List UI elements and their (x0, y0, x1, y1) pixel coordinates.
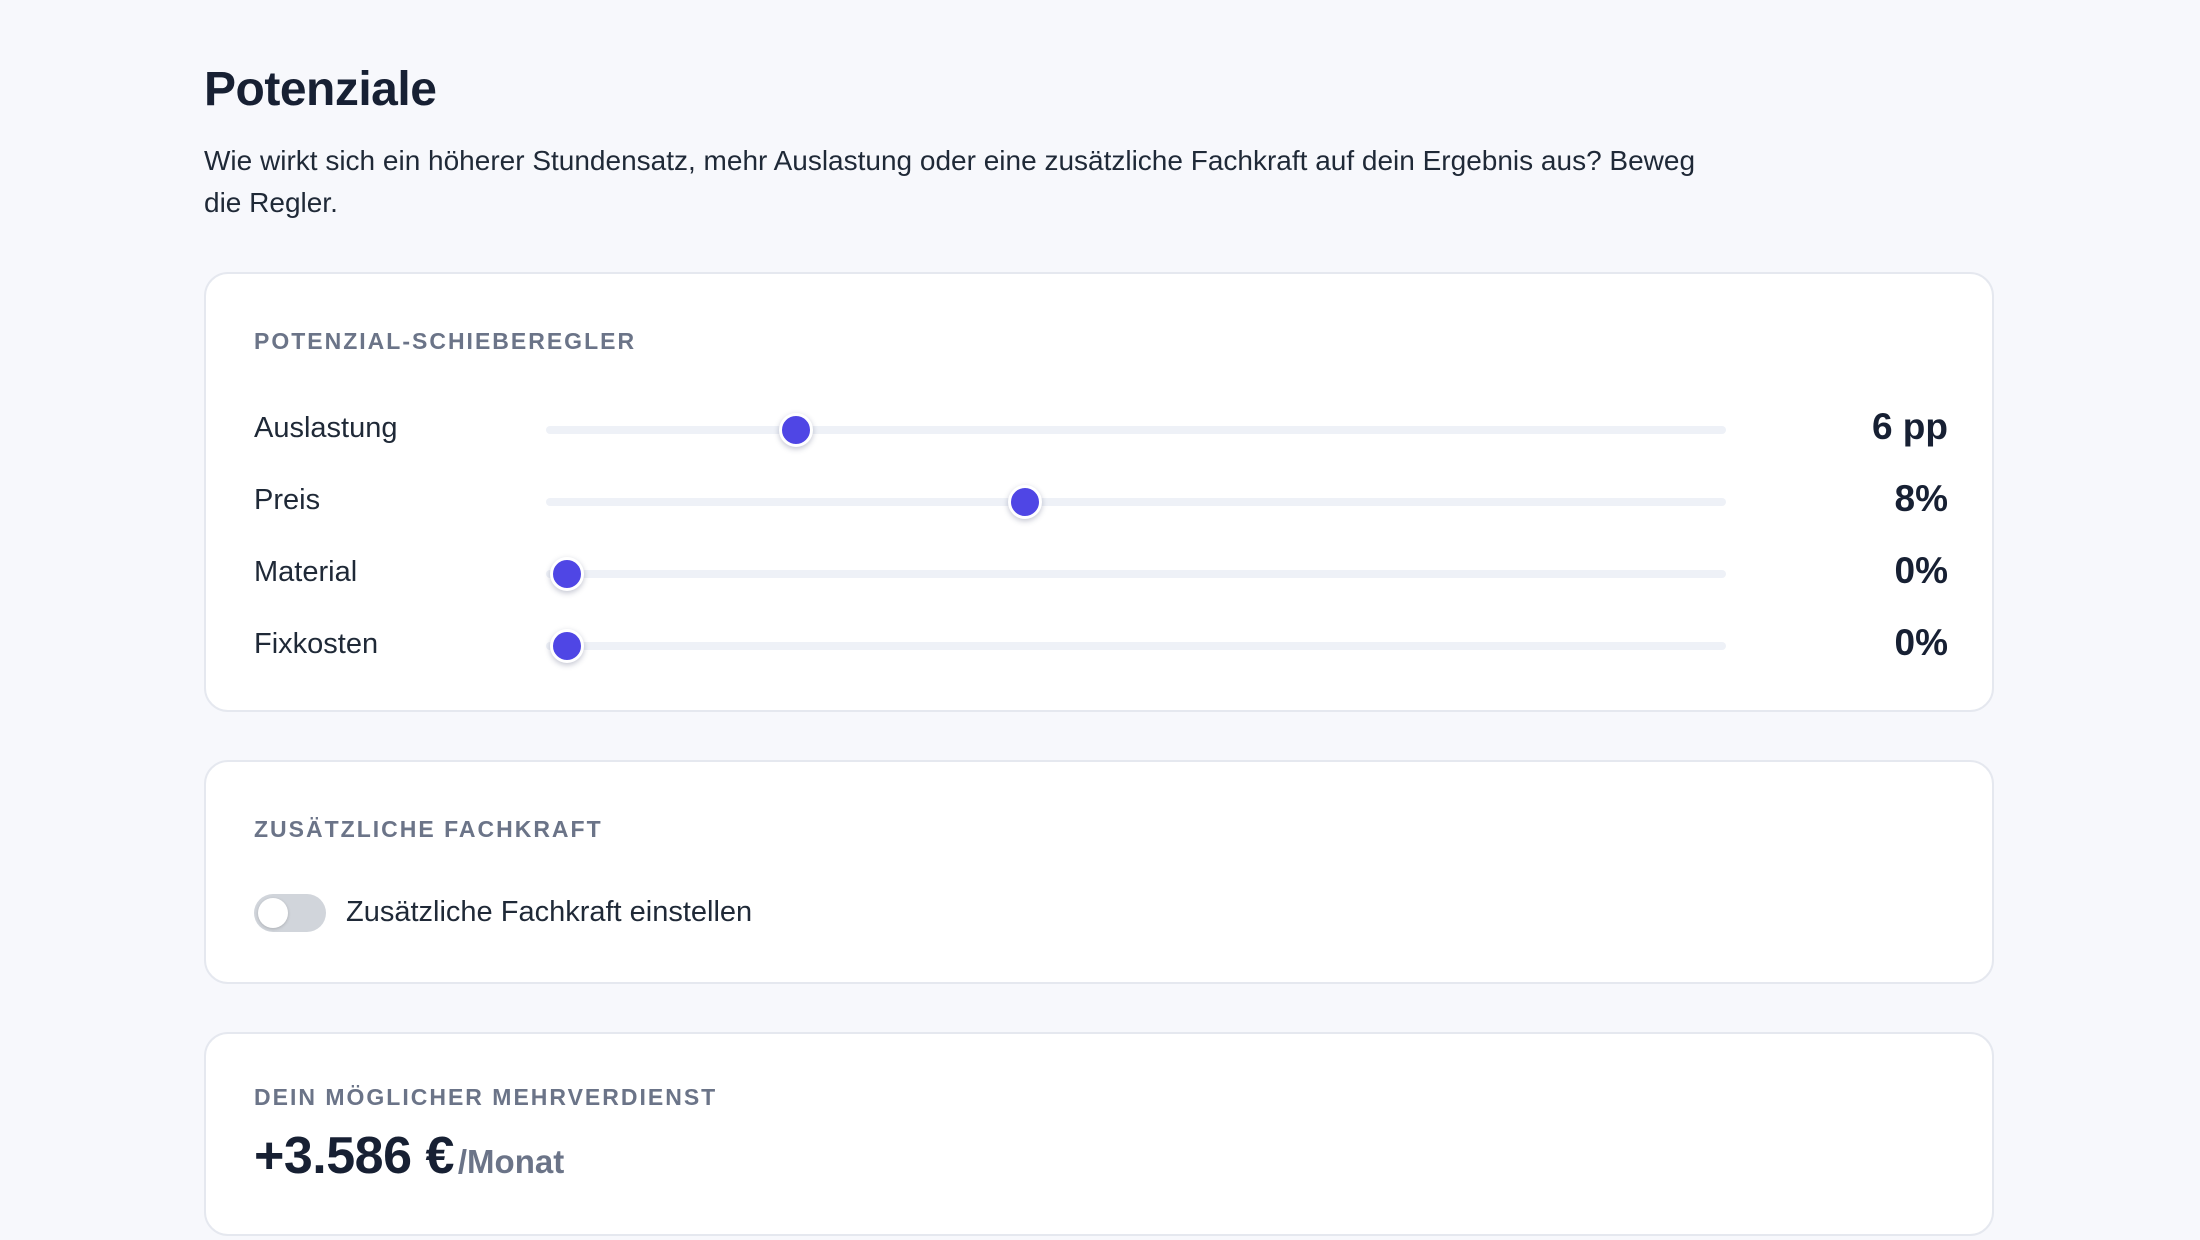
slider-value: 8% (1894, 478, 1948, 519)
slider-thumb[interactable] (550, 629, 584, 663)
additional-staff-toggle[interactable] (254, 894, 326, 932)
potential-sliders-card: POTENZIAL-SCHIEBEREGLER Auslastung 6 pp … (204, 272, 1994, 712)
slider-label: Auslastung (254, 412, 398, 444)
additional-staff-card: ZUSÄTZLICHE FACHKRAFT Zusätzliche Fachkr… (204, 760, 1994, 984)
slider-label: Preis (254, 484, 321, 516)
slider-track[interactable] (546, 557, 1726, 591)
slider-value: 0% (1894, 550, 1948, 591)
toggle-knob (258, 898, 288, 928)
sliders-section-heading: POTENZIAL-SCHIEBEREGLER (254, 328, 637, 354)
earnings-amount: +3.586 € (254, 1127, 454, 1185)
possible-earnings-card: DEIN MÖGLICHER MEHRVERDIENST +3.586 €/Mo… (204, 1032, 1994, 1236)
slider-thumb[interactable] (550, 557, 584, 591)
earnings-display: +3.586 €/Monat (254, 1126, 564, 1186)
slider-track[interactable] (546, 629, 1726, 663)
earnings-unit: /Monat (457, 1143, 565, 1180)
slider-thumb[interactable] (778, 413, 813, 447)
slider-row-auslastung: Auslastung 6 pp (254, 402, 1948, 458)
slider-row-material: Material 0% (254, 546, 1948, 602)
page-description: Wie wirkt sich ein höherer Stundensatz, … (204, 145, 1696, 218)
slider-label: Fixkosten (254, 628, 379, 660)
slider-value: 6 pp (1871, 406, 1948, 447)
slider-track[interactable] (546, 413, 1726, 447)
page-title: Potenziale (204, 63, 437, 116)
result-section-heading: DEIN MÖGLICHER MEHRVERDIENST (254, 1084, 718, 1110)
slider-row-fixkosten: Fixkosten 0% (254, 618, 1948, 674)
slider-track[interactable] (546, 485, 1726, 519)
slider-value: 0% (1894, 622, 1948, 663)
staff-section-heading: ZUSÄTZLICHE FACHKRAFT (254, 816, 603, 842)
slider-thumb[interactable] (1007, 485, 1042, 519)
additional-staff-toggle-label[interactable]: Zusätzliche Fachkraft einstellen (346, 896, 752, 929)
slider-row-preis: Preis 8% (254, 474, 1948, 530)
slider-label: Material (254, 556, 358, 588)
